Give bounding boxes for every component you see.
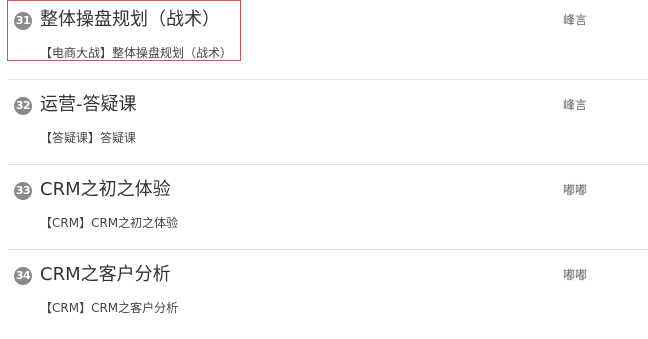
lesson-number-badge: 32	[14, 97, 32, 115]
divider	[8, 79, 648, 80]
lesson-item[interactable]: 33 CRM之初之体验 【CRM】CRM之初之体验 嘟嘟	[0, 170, 648, 254]
lesson-number-badge: 31	[14, 12, 32, 30]
lesson-subtitle: 【CRM】CRM之初之体验	[40, 216, 179, 230]
lesson-teacher: 峰言	[563, 13, 588, 27]
lesson-item[interactable]: 31 整体操盘规划（战术） 【电商大战】整体操盘规划（战术） 峰言	[0, 0, 648, 84]
divider	[8, 249, 648, 250]
lesson-item[interactable]: 32 运营-答疑课 【答疑课】答疑课 峰言	[0, 85, 648, 169]
divider	[8, 164, 648, 165]
lesson-number-badge: 34	[14, 267, 32, 285]
lesson-teacher: 嘟嘟	[563, 183, 588, 197]
lesson-title-link[interactable]: 运营-答疑课	[40, 93, 137, 117]
lesson-item[interactable]: 34 CRM之客户分析 【CRM】CRM之客户分析 嘟嘟	[0, 255, 648, 339]
lesson-title-link[interactable]: 整体操盘规划（战术）	[40, 8, 220, 32]
lesson-teacher: 嘟嘟	[563, 268, 588, 282]
lesson-number-badge: 33	[14, 182, 32, 200]
lesson-subtitle: 【答疑课】答疑课	[40, 131, 137, 145]
lesson-title-link[interactable]: CRM之初之体验	[40, 178, 171, 202]
lesson-subtitle: 【电商大战】整体操盘规划（战术）	[40, 46, 233, 60]
lesson-title-link[interactable]: CRM之客户分析	[40, 263, 171, 287]
lesson-teacher: 峰言	[563, 98, 588, 112]
lesson-subtitle: 【CRM】CRM之客户分析	[40, 301, 179, 315]
lesson-list: 31 整体操盘规划（战术） 【电商大战】整体操盘规划（战术） 峰言 32 运营-…	[0, 0, 648, 334]
